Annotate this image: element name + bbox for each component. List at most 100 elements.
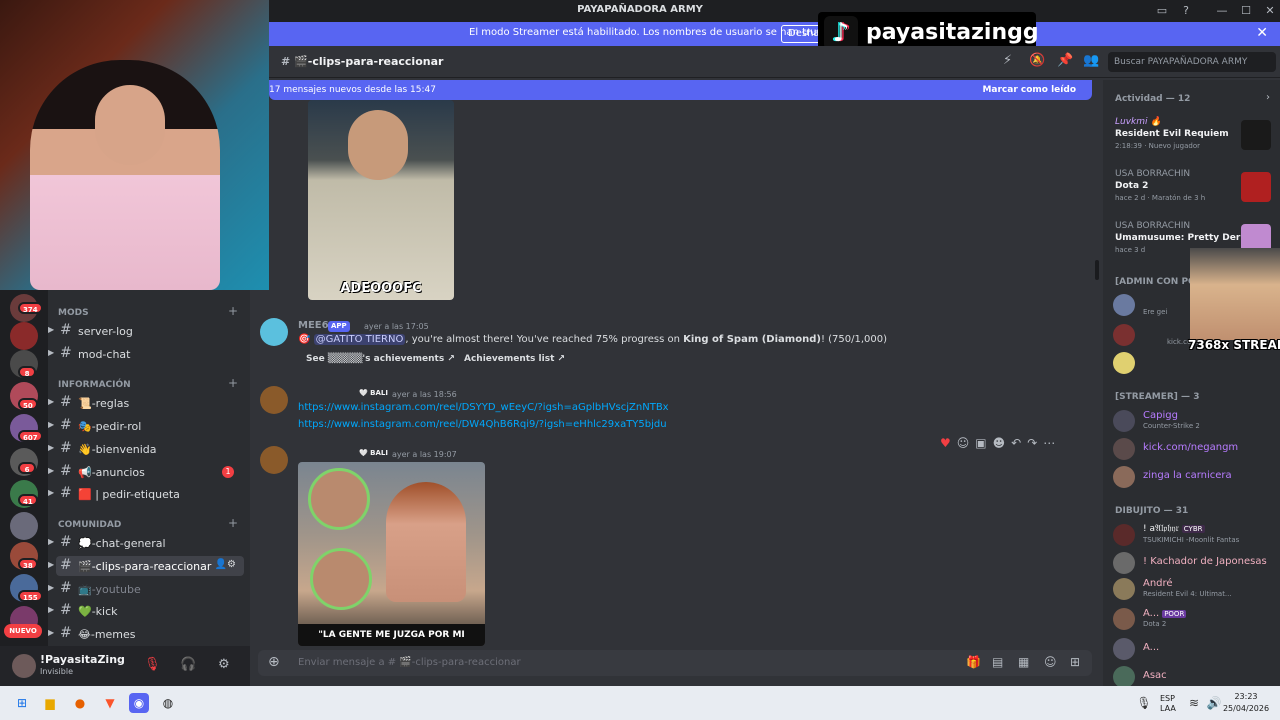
channel-pedir-rol[interactable]: ▶ # 🎭-pedir-rol xyxy=(48,416,244,436)
inbox-icon[interactable]: ▭ xyxy=(1154,3,1170,19)
maximize-button[interactable]: ☐ xyxy=(1238,3,1254,19)
search-input[interactable]: Buscar PAYAPAÑADORA ARMY xyxy=(1108,52,1276,72)
channel-server-log[interactable]: ▶ # server-log xyxy=(48,321,244,341)
emoji-icon[interactable]: ☺ xyxy=(1044,655,1057,669)
mark-as-read-button[interactable]: Marcar como leído xyxy=(982,85,1076,95)
member-item[interactable]: A... xyxy=(1111,636,1277,662)
user-mention[interactable]: @GATITO TIERNO xyxy=(313,334,406,345)
reaction-icon[interactable]: ▣ xyxy=(975,436,992,450)
help-icon[interactable]: ? xyxy=(1178,3,1194,19)
avatar[interactable] xyxy=(260,318,288,346)
obs-icon[interactable]: ◍ xyxy=(158,693,178,713)
pin-icon[interactable]: 📌 xyxy=(1057,53,1073,68)
server-icon[interactable] xyxy=(10,512,38,540)
message-input[interactable]: Enviar mensaje a # 🎬-clips-para-reaccion… xyxy=(298,657,521,668)
member-item[interactable]: Asac xyxy=(1111,664,1277,686)
server-icon[interactable] xyxy=(10,322,38,350)
member-item[interactable]: Capigg Counter-Strike 2 xyxy=(1111,408,1277,434)
file-explorer-icon[interactable]: ▆ xyxy=(40,693,60,713)
see-achievements-button[interactable]: See ▒▒▒▒▒'s achievements ↗ xyxy=(306,354,455,364)
member-item[interactable]: zinga la carnicera xyxy=(1111,464,1277,490)
heart-reaction-icon[interactable]: ♥ xyxy=(940,436,957,450)
message-link[interactable]: https://www.instagram.com/reel/DSYYD_wEe… xyxy=(298,402,669,413)
category-info[interactable]: INFORMACIÓN xyxy=(58,380,131,390)
member-item[interactable]: André Resident Evil 4: Ultimat... xyxy=(1111,576,1277,602)
channel-chat-general[interactable]: ▶ # 💭-chat-general xyxy=(48,533,244,553)
channel-pedir-etiqueta[interactable]: ▶ # 🟥 | pedir-etiqueta xyxy=(48,484,244,504)
brave-icon[interactable]: ▼ xyxy=(100,693,120,713)
video-attachment[interactable]: ADEOOOFC xyxy=(308,100,454,300)
language-layout[interactable]: LAA xyxy=(1160,704,1176,713)
new-messages-bar[interactable]: 17 mensajes nuevos desde las 15:47 Marca… xyxy=(269,80,1092,100)
volume-icon[interactable]: 🔊 xyxy=(1204,693,1224,713)
author-name[interactable]: MEE6 xyxy=(298,320,329,331)
channel-clips-para-reaccionar[interactable]: ▶ # 🎬-clips-para-reaccionar 👤⚙ xyxy=(48,556,244,576)
emoji-reaction-icon[interactable]: ☺ xyxy=(957,436,976,450)
channel-memes[interactable]: ▶ # 😂-memes xyxy=(48,624,244,644)
mic-muted-icon[interactable]: 🎙 xyxy=(144,657,161,672)
activity-card[interactable]: Luvkmi 🔥 Resident Evil Requiem 2:18:39 ·… xyxy=(1109,114,1275,162)
firefox-icon[interactable]: ● xyxy=(70,693,90,713)
message-composer[interactable]: ⊕ Enviar mensaje a # 🎬-clips-para-reacci… xyxy=(258,650,1092,676)
avatar[interactable] xyxy=(12,654,36,678)
message-link[interactable]: https://www.instagram.com/reel/DW4QhB6Rq… xyxy=(298,419,667,430)
gif-icon[interactable]: ▤ xyxy=(992,655,1003,669)
channel-bienvenida[interactable]: ▶ # 👋-bienvenida xyxy=(48,439,244,459)
member-item[interactable]: ! a𝔄𝔩𝔭𝔥𝔶𝔯 CYBR TSUKIMICHI -Moonlit Fantas xyxy=(1111,522,1277,548)
sticker-icon[interactable]: ▦ xyxy=(1018,655,1029,669)
hash-icon: # xyxy=(60,322,72,338)
minimize-button[interactable]: — xyxy=(1214,3,1230,19)
channel-anuncios[interactable]: ▶ # 📢-anuncios 1 xyxy=(48,462,244,482)
category-community[interactable]: COMUNIDAD xyxy=(58,520,121,530)
user-settings-icon[interactable]: ⚙ xyxy=(218,657,230,672)
member-name: A... POOR xyxy=(1143,608,1187,619)
clock-date[interactable]: 25/04/2026 xyxy=(1222,704,1270,713)
settings-gear-icon[interactable]: 👤⚙ xyxy=(215,559,236,570)
activity-card[interactable]: USA BORRACHIN Dota 2 hace 2 d · Maratón … xyxy=(1109,166,1275,214)
achievements-list-button[interactable]: Achievements list ↗ xyxy=(464,354,565,364)
chevron-right-icon: ▶ xyxy=(48,628,55,637)
avatar[interactable] xyxy=(260,446,288,474)
microphone-icon[interactable]: 🎙 xyxy=(1134,693,1154,713)
wifi-icon[interactable]: ≋ xyxy=(1184,693,1204,713)
category-mods[interactable]: MODS xyxy=(58,308,89,318)
member-item[interactable]: kick.com/negangm xyxy=(1111,436,1277,462)
scrollbar-thumb[interactable] xyxy=(1095,260,1099,280)
discord-icon[interactable]: ◉ xyxy=(129,693,149,713)
avatar[interactable] xyxy=(260,386,288,414)
windows-start-icon[interactable]: ⊞ xyxy=(12,693,32,713)
chevron-right-icon: ▶ xyxy=(48,397,55,406)
member-item[interactable] xyxy=(1111,350,1277,376)
add-channel-icon[interactable]: + xyxy=(228,304,238,318)
gift-icon[interactable]: 🎁 xyxy=(966,655,981,669)
close-window-button[interactable]: ✕ xyxy=(1262,3,1278,19)
channel-reglas[interactable]: ▶ # 📜-reglas xyxy=(48,393,244,413)
video-attachment[interactable]: "LA GENTE ME JUZGA POR MI PASADO xyxy=(298,462,485,646)
channel-kick[interactable]: ▶ # 💚-kick xyxy=(48,601,244,621)
threads-icon[interactable]: ⚡ xyxy=(1003,53,1012,68)
more-options-icon[interactable]: ⋯ xyxy=(1043,436,1061,450)
reply-icon[interactable]: ↶ xyxy=(1011,436,1027,450)
activity-user: Luvkmi 🔥 xyxy=(1115,117,1162,127)
language-code[interactable]: ESP xyxy=(1160,694,1175,703)
notifications-icon[interactable]: 🔕 xyxy=(1029,53,1045,68)
clock-time[interactable]: 23:23 xyxy=(1222,692,1270,701)
channel-mod-chat[interactable]: ▶ # mod-chat xyxy=(48,344,244,364)
close-banner-icon[interactable]: ✕ xyxy=(1256,25,1268,41)
message-scrollbar[interactable] xyxy=(1095,100,1101,646)
add-reaction-icon[interactable]: ☻ xyxy=(993,436,1012,450)
add-channel-icon[interactable]: + xyxy=(228,376,238,390)
apps-icon[interactable]: ⊞ xyxy=(1070,655,1080,669)
headphones-icon[interactable]: 🎧 xyxy=(180,657,196,672)
member-item[interactable]: A... POOR Dota 2 xyxy=(1111,606,1277,632)
channel-youtube[interactable]: ▶ # 📺-youtube xyxy=(48,579,244,599)
activity-game: Dota 2 xyxy=(1115,181,1149,191)
member-list-icon[interactable]: 👥 xyxy=(1083,53,1099,68)
message-actions-toolbar[interactable]: ♥☺▣☻↶↷⋯ xyxy=(940,436,1061,454)
add-channel-icon[interactable]: + xyxy=(228,516,238,530)
add-attachment-icon[interactable]: ⊕ xyxy=(268,654,280,670)
forward-icon[interactable]: ↷ xyxy=(1027,436,1043,450)
avatar xyxy=(1113,352,1135,374)
member-item[interactable]: ! Kachador de Japonesas xyxy=(1111,550,1277,576)
chevron-right-icon[interactable]: › xyxy=(1266,92,1270,103)
